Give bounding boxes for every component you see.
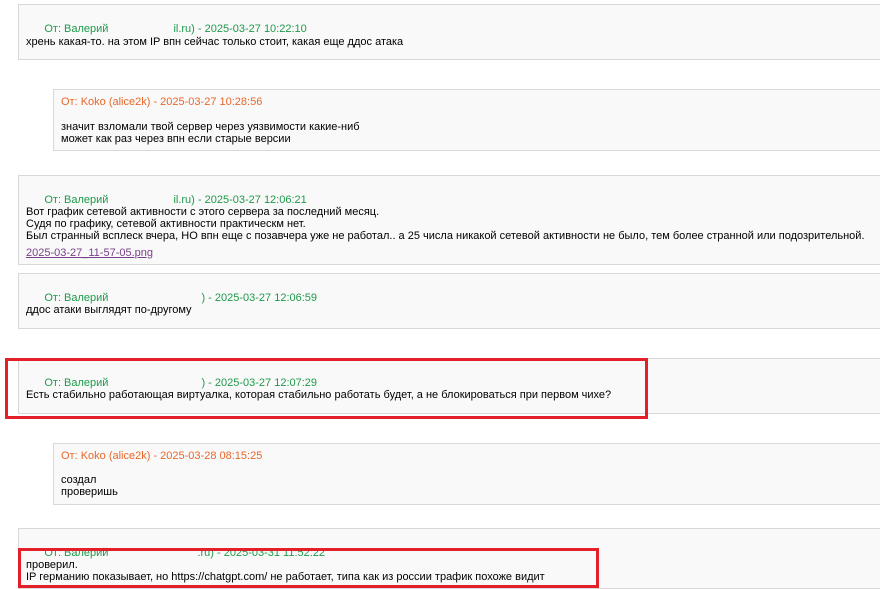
attachment-link[interactable]: 2025-03-27_11-57-05.png <box>26 247 865 259</box>
message-line: создал <box>61 474 97 486</box>
message-body: проверил. IP германию показывает, но htt… <box>26 559 545 583</box>
message-line: значит взломали твой сервер через уязвим… <box>61 121 360 133</box>
client-message: От: Валерий .ru) - 2025-03-31 11:52:22 пр… <box>18 528 880 589</box>
message-meta: .ru) - 2025-03-31 11:52:22 <box>197 547 326 559</box>
message-line: хрень какая-то. на этом IP впн сейчас то… <box>26 36 404 48</box>
client-message: От: Валерий il.ru) - 2025-03-27 10:22:10 … <box>18 4 880 60</box>
message-line: Вот график сетевой активности с этого се… <box>26 206 380 218</box>
message-header: От: Koko (alice2k) - 2025-03-28 08:15:25 <box>61 450 263 462</box>
sender-name: От: Валерий <box>44 23 109 35</box>
client-message: От: Валерий il.ru) - 2025-03-27 12:06:21 … <box>18 175 880 265</box>
message-line: Судя по графику, сетевой активности прак… <box>26 218 306 230</box>
message-line: Был странный всплеск вчера, НО впн еще с… <box>26 230 865 242</box>
message-body: создал проверишь <box>61 474 118 498</box>
support-message: От: Koko (alice2k) - 2025-03-27 10:28:56… <box>53 89 880 151</box>
sender-name: От: Валерий <box>44 292 109 304</box>
ticket-thread: От: Валерий il.ru) - 2025-03-27 10:22:10 … <box>0 0 880 589</box>
message-body: значит взломали твой сервер через уязвим… <box>61 121 360 145</box>
message-meta: ) - 2025-03-27 12:06:59 <box>201 292 318 304</box>
support-message: От: Koko (alice2k) - 2025-03-28 08:15:25… <box>53 443 880 505</box>
sender-name: От: Валерий <box>44 547 109 559</box>
sender-name: От: Валерий <box>44 194 109 206</box>
message-line: Есть стабильно работающая виртуалка, кот… <box>26 389 612 401</box>
message-body: хрень какая-то. на этом IP впн сейчас то… <box>26 36 403 48</box>
message-meta: ) - 2025-03-27 12:07:29 <box>201 377 318 389</box>
message-body: Вот график сетевой активности с этого се… <box>26 206 865 259</box>
client-message: От: Валерий ) - 2025-03-27 12:07:29 Есть … <box>18 358 880 414</box>
message-line: может как раз через впн если старые верс… <box>61 133 291 145</box>
message-meta: il.ru) - 2025-03-27 10:22:10 <box>173 23 307 35</box>
message-body: ддос атаки выглядят по-другому <box>26 304 192 316</box>
message-header: От: Koko (alice2k) - 2025-03-27 10:28:56 <box>61 96 263 108</box>
message-line: ддос атаки выглядят по-другому <box>26 304 192 316</box>
message-line: проверил. <box>26 559 78 571</box>
message-meta: il.ru) - 2025-03-27 12:06:21 <box>173 194 307 206</box>
message-line: IP германию показывает, но https://chatg… <box>26 571 545 583</box>
message-line: проверишь <box>61 486 118 498</box>
message-body: Есть стабильно работающая виртуалка, кот… <box>26 389 611 401</box>
sender-name: От: Валерий <box>44 377 109 389</box>
client-message: От: Валерий ) - 2025-03-27 12:06:59 ддос … <box>18 273 880 329</box>
